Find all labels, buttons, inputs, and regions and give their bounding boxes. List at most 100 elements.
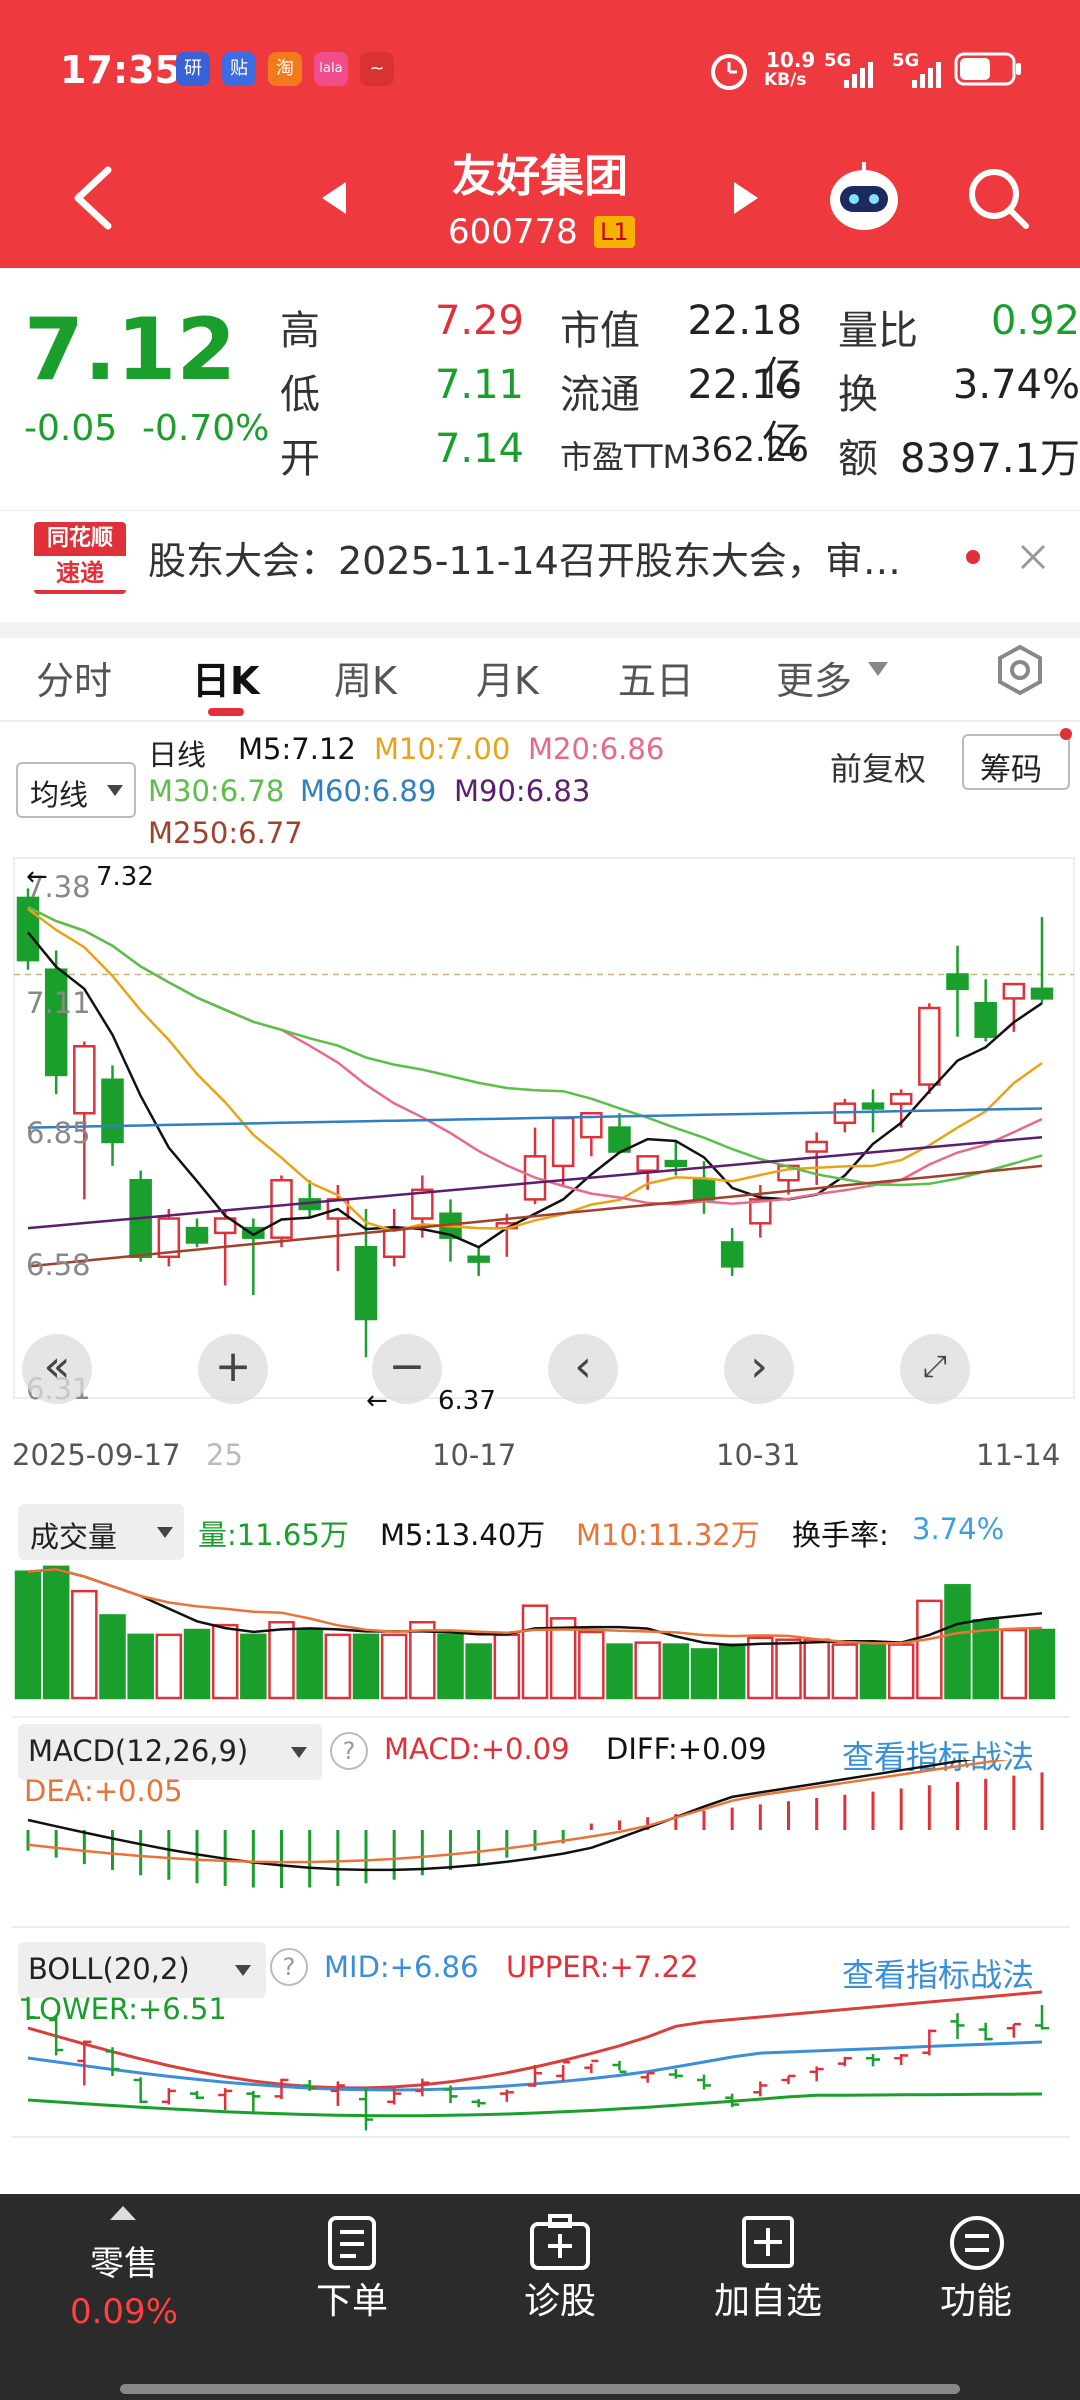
volume-bar — [493, 1633, 521, 1700]
diagnose-icon[interactable] — [528, 2214, 592, 2274]
date-label: 25 — [206, 1438, 243, 1472]
boll-ohlc-tick — [359, 2088, 373, 2131]
menu-icon[interactable] — [948, 2214, 1006, 2272]
settings-icon[interactable] — [994, 644, 1046, 696]
tab-more[interactable]: 更多 — [776, 650, 852, 705]
news-text[interactable]: 股东大会：2025-11-14召开股东大会，审… — [148, 530, 901, 585]
order-button[interactable]: 下单 — [252, 2272, 452, 2324]
boll-ohlc-tick — [246, 2090, 261, 2113]
zoom-out-icon[interactable]: − — [372, 1334, 442, 1404]
divider — [12, 1926, 1070, 1928]
volume-bar — [183, 1628, 211, 1700]
chevron-down-icon — [291, 1747, 307, 1758]
max-price-marker: 7.32 — [96, 862, 154, 892]
ma250-label: M250:6.77 — [148, 816, 303, 850]
boll-lower-line — [27, 2092, 1043, 2118]
order-icon[interactable] — [326, 2214, 380, 2274]
volume-ratio-label: 量比 — [838, 308, 918, 354]
candle — [270, 1175, 293, 1248]
prev-icon[interactable]: ‹ — [548, 1334, 618, 1404]
chevron-down-icon — [107, 785, 123, 796]
volume-bar — [803, 1638, 830, 1700]
boll-ohlc-tick — [922, 2029, 937, 2056]
amount-value: 8397.1万 — [900, 436, 1080, 482]
tab-weekly-k[interactable]: 周K — [334, 650, 397, 705]
boll-ohlc-tick — [21, 1996, 35, 2020]
robot-assistant-icon[interactable] — [824, 160, 904, 236]
volume-selector[interactable]: 成交量 — [18, 1504, 184, 1560]
adjust-mode[interactable]: 前复权 — [830, 744, 926, 790]
alarm-icon — [711, 54, 747, 90]
boll-ohlc-tick — [640, 2071, 655, 2083]
volume-bar — [859, 1643, 887, 1700]
boll-ohlc-tick — [950, 2013, 965, 2040]
volume-value: 量:11.65万 — [198, 1518, 349, 1552]
boll-ohlc-tick — [1006, 2022, 1021, 2038]
volume-chart[interactable] — [0, 1556, 1080, 1702]
high-label: 高 — [280, 308, 320, 354]
volume-bar — [690, 1648, 718, 1700]
chip-distribution-button[interactable]: 筹码 — [962, 734, 1070, 790]
boll-ohlc-tick — [556, 2061, 571, 2082]
volume-bar — [296, 1628, 323, 1700]
zoom-in-icon[interactable]: + — [198, 1334, 268, 1404]
retail-label[interactable]: 零售 — [24, 2236, 224, 2285]
search-icon[interactable] — [964, 164, 1032, 232]
net-speed-unit: KB/s — [764, 70, 807, 90]
boll-ohlc-tick — [612, 2060, 627, 2074]
notification-dot — [1060, 728, 1072, 740]
kline-chart[interactable] — [0, 854, 1080, 1414]
chip-button-label: 筹码 — [980, 752, 1042, 788]
boll-ohlc-tick — [190, 2090, 204, 2100]
boll-ohlc-tick — [415, 2078, 430, 2097]
boll-mid: MID:+6.86 — [324, 1950, 479, 1984]
date-label: 2025-09-17 — [12, 1438, 181, 1472]
tab-five-day[interactable]: 五日 — [618, 650, 694, 705]
date-label: 10-31 — [716, 1438, 801, 1472]
divider — [0, 720, 1080, 722]
min-price-marker: 6.37 — [438, 1386, 496, 1416]
volume-bar — [155, 1633, 183, 1700]
volume-bar — [634, 1641, 661, 1700]
tab-intraday[interactable]: 分时 — [36, 650, 112, 705]
turnover-value: 3.74% — [952, 362, 1080, 408]
status-app-icon: 贴 — [222, 52, 256, 86]
boll-ohlc-tick — [753, 2081, 768, 2097]
tab-daily-k[interactable]: 日K — [192, 650, 259, 705]
ma10-label: M10:7.00 — [374, 732, 511, 766]
chevron-up-icon[interactable] — [108, 2204, 138, 2222]
y-axis-label: 6.85 — [26, 1116, 91, 1150]
function-button[interactable]: 功能 — [876, 2272, 1076, 2324]
macd-chart[interactable] — [0, 1760, 1080, 1920]
scroll-left-double-icon[interactable]: « — [22, 1334, 92, 1404]
next-stock-icon[interactable] — [732, 180, 762, 216]
battery-icon — [954, 52, 1021, 86]
volume-bar — [775, 1638, 802, 1700]
next-icon[interactable]: › — [724, 1334, 794, 1404]
price-change-pct: -0.70% — [142, 408, 270, 449]
tab-monthly-k[interactable]: 月K — [476, 650, 539, 705]
period-label: 日线 — [148, 738, 207, 772]
ma-selector[interactable]: 均线 — [16, 762, 136, 818]
ma20-label: M20:6.86 — [528, 732, 665, 766]
add-watchlist-button[interactable]: 加自选 — [668, 2272, 868, 2324]
volume-bar — [99, 1614, 126, 1700]
boll-ohlc-tick — [978, 2022, 993, 2041]
add-watchlist-icon[interactable] — [740, 2214, 796, 2270]
date-label: 11-14 — [976, 1438, 1061, 1472]
close-icon[interactable] — [1016, 540, 1050, 574]
ma-selector-label: 均线 — [30, 778, 89, 812]
volume-bar — [916, 1599, 943, 1700]
boll-ohlc-tick — [77, 2040, 92, 2086]
diagnose-button[interactable]: 诊股 — [460, 2272, 660, 2324]
y-axis-label: 7.11 — [26, 986, 91, 1020]
boll-ohlc-tick — [161, 2088, 176, 2105]
volume-ratio-value: 0.92 — [990, 298, 1080, 344]
boll-chart[interactable] — [0, 1980, 1080, 2140]
boll-ohlc-tick — [133, 2077, 148, 2104]
volume-bar — [71, 1589, 98, 1700]
candle — [918, 1003, 941, 1095]
fullscreen-icon[interactable]: ⤢ — [900, 1334, 970, 1404]
volume-bar — [578, 1630, 605, 1700]
boll-ohlc-tick — [781, 2074, 796, 2085]
